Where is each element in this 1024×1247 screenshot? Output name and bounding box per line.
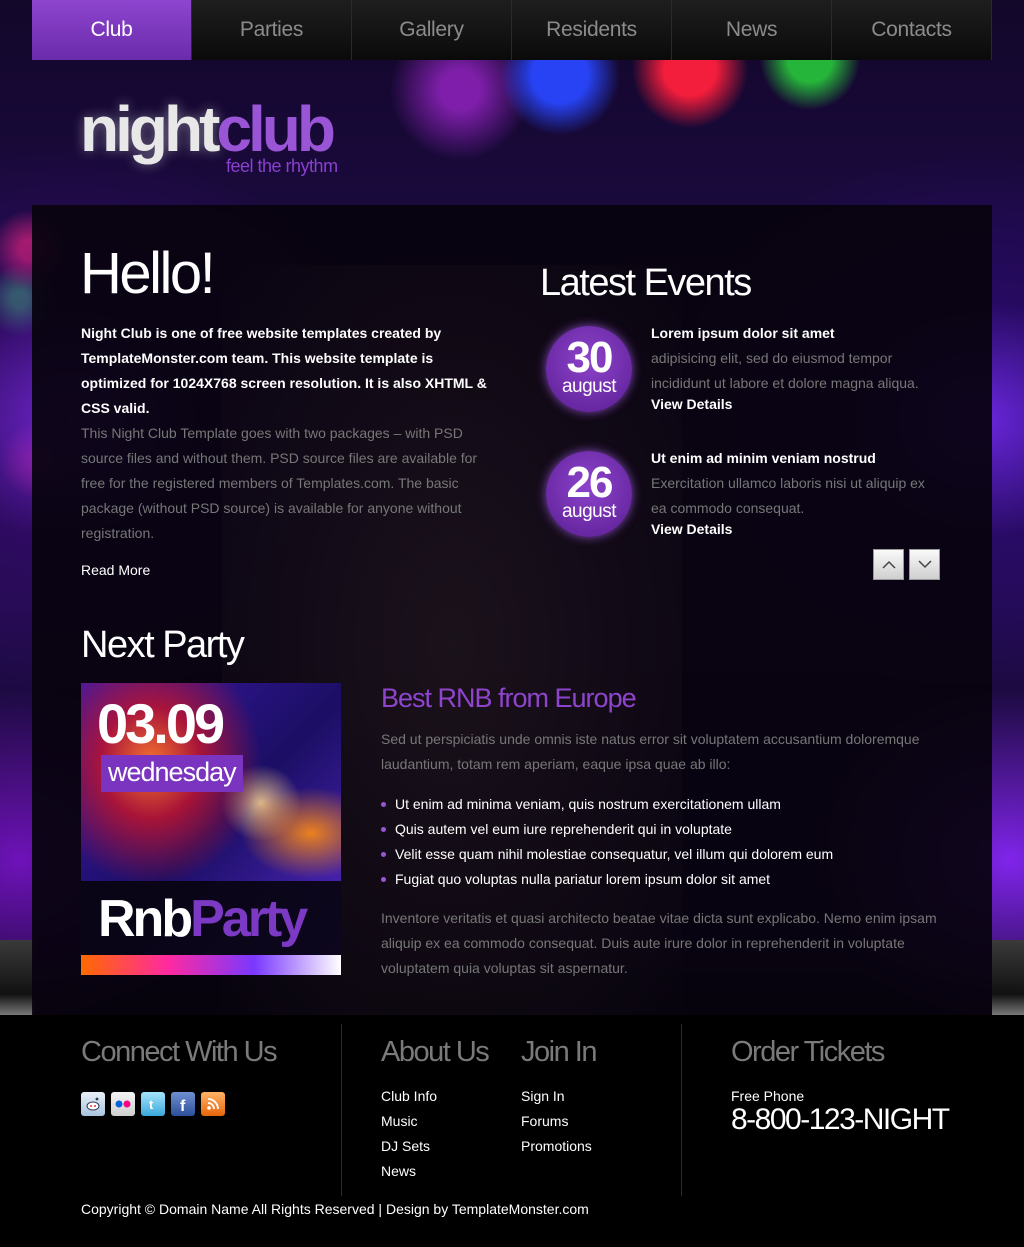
event-date-badge: 30 august [546, 326, 632, 412]
main-nav: Club Parties Gallery Residents News Cont… [32, 0, 992, 60]
nav-item-club[interactable]: Club [32, 0, 192, 60]
footer-link-club-info[interactable]: Club Info [381, 1088, 437, 1104]
footer-link-music[interactable]: Music [381, 1113, 418, 1129]
footer-link-dj-sets[interactable]: DJ Sets [381, 1138, 430, 1154]
event-date-badge: 26 august [546, 451, 632, 537]
site-logo[interactable]: nightclub feel the rhythm [80, 92, 338, 184]
footer-link-forums[interactable]: Forums [521, 1113, 568, 1129]
party-features-list: Ut enim ad minima veniam, quis nostrum e… [381, 792, 833, 892]
poster-light-strip [81, 955, 341, 975]
party-poster[interactable]: 03.09 wednesday RnbParty [81, 683, 341, 975]
facebook-glyph: f [180, 1098, 186, 1112]
event-title: Lorem ipsum dolor sit amet [651, 325, 835, 341]
nav-item-residents[interactable]: Residents [512, 0, 672, 60]
order-tickets-title: Order Tickets [731, 1036, 885, 1068]
twitter-icon[interactable]: t [141, 1092, 165, 1116]
ticket-phone-number[interactable]: 8-800-123-NIGHT [731, 1103, 950, 1137]
logo-club-text: club [216, 93, 336, 165]
svg-text:t: t [149, 1097, 154, 1111]
list-item-text: Fugiat quo voluptas nulla pariatur lorem… [395, 871, 771, 887]
poster-name-part-a: Rnb [98, 890, 193, 948]
reddit-icon[interactable] [81, 1092, 105, 1116]
welcome-intro: Night Club is one of free website templa… [81, 325, 487, 416]
facebook-icon[interactable]: f [171, 1092, 195, 1116]
nav-item-parties[interactable]: Parties [192, 0, 352, 60]
event-description: Exercitation ullamco laboris nisi ut ali… [651, 475, 925, 516]
list-item: Fugiat quo voluptas nulla pariatur lorem… [381, 867, 833, 892]
list-item: Quis autem vel eum iure reprehenderit qu… [381, 817, 833, 842]
join-title: Join In [521, 1036, 597, 1068]
party-description: Sed ut perspiciatis unde omnis iste natu… [381, 731, 920, 772]
event-description: adipisicing elit, sed do eiusmod tempor … [651, 350, 919, 391]
nav-item-gallery[interactable]: Gallery [352, 0, 512, 60]
reddit-glyph [86, 1097, 100, 1111]
event-title: Ut enim ad minim veniam nostrud [651, 450, 876, 466]
list-item-text: Velit esse quam nihil molestiae consequa… [395, 846, 834, 862]
footer-link-promotions[interactable]: Promotions [521, 1138, 592, 1154]
about-title: About Us [381, 1036, 490, 1068]
nav-item-news[interactable]: News [672, 0, 832, 60]
logo-night-text: night [80, 93, 220, 165]
event-month: august [561, 376, 617, 397]
party-footer-text: Inventore veritatis et quasi architecto … [381, 910, 937, 976]
logo-tagline: feel the rhythm [226, 156, 338, 176]
events-prev-button[interactable] [873, 549, 904, 580]
poster-weekday: wednesday [101, 755, 243, 792]
list-item: Ut enim ad minima veniam, quis nostrum e… [381, 792, 833, 817]
view-details-link[interactable]: View Details [651, 396, 732, 412]
bullet-icon [381, 802, 386, 807]
twitter-glyph: t [149, 1097, 154, 1111]
chevron-down-icon [917, 560, 932, 569]
rss-glyph [207, 1098, 219, 1110]
footer-divider [341, 1024, 342, 1196]
welcome-title: Hello! [80, 241, 216, 306]
party-headline: Best RNB from Europe [381, 683, 637, 713]
poster-date: 03.09 [97, 692, 225, 755]
footer-divider [681, 1024, 682, 1196]
list-item-text: Ut enim ad minima veniam, quis nostrum e… [395, 796, 781, 812]
svg-text:f: f [180, 1098, 186, 1112]
view-details-link[interactable]: View Details [651, 521, 732, 537]
poster-name-part-b: Party [190, 890, 308, 948]
list-item-text: Quis autem vel eum iure reprehenderit qu… [395, 821, 732, 837]
nav-item-contacts[interactable]: Contacts [832, 0, 992, 60]
events-next-button[interactable] [909, 549, 940, 580]
bullet-icon [381, 827, 386, 832]
footer-link-sign-in[interactable]: Sign In [521, 1088, 565, 1104]
bullet-icon [381, 877, 386, 882]
list-item: Velit esse quam nihil molestiae consequa… [381, 842, 833, 867]
connect-title: Connect With Us [81, 1036, 278, 1068]
rss-icon[interactable] [201, 1092, 225, 1116]
free-phone-label: Free Phone [731, 1088, 805, 1104]
chevron-up-icon [881, 560, 896, 569]
flickr-glyph [115, 1100, 131, 1108]
welcome-description: This Night Club Template goes with two p… [81, 425, 478, 541]
poster-party-name: RnbParty [98, 887, 308, 951]
bullet-icon [381, 852, 386, 857]
latest-events-title: Latest Events [540, 262, 752, 304]
read-more-link[interactable]: Read More [81, 562, 150, 578]
event-month: august [561, 501, 617, 522]
footer-link-news[interactable]: News [381, 1163, 416, 1179]
event-day: 26 [566, 458, 614, 507]
flickr-icon[interactable] [111, 1092, 135, 1116]
copyright-text: Copyright © Domain Name All Rights Reser… [81, 1201, 589, 1217]
next-party-title: Next Party [81, 624, 245, 666]
event-day: 30 [566, 333, 614, 382]
